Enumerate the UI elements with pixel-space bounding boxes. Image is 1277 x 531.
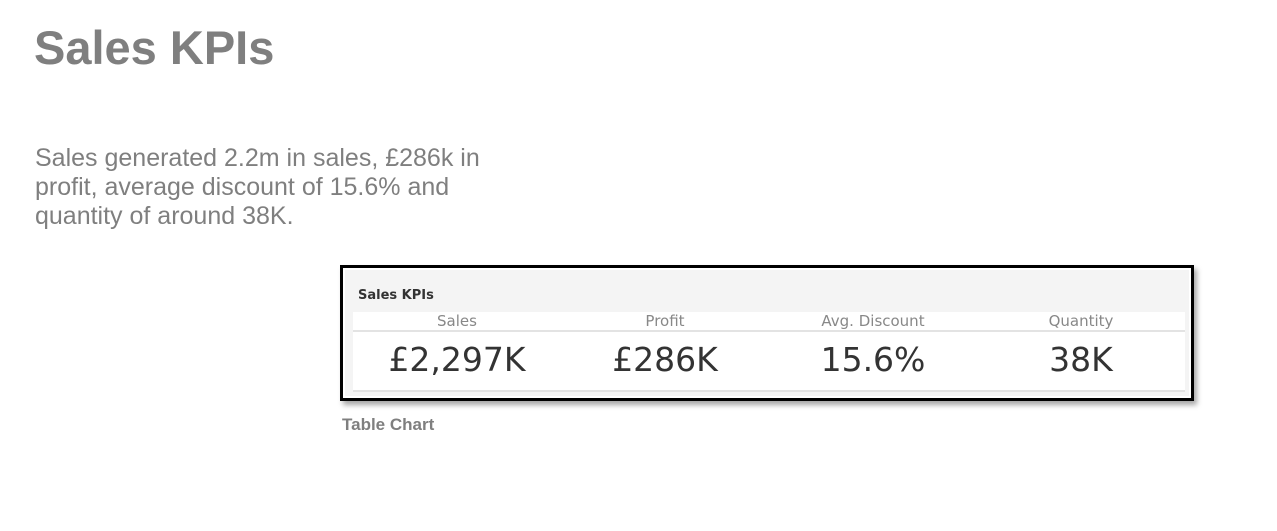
kpi-value-quantity: 38K [1049,340,1113,379]
widget-title: Sales KPIs [358,288,434,303]
kpi-figure: Sales KPIs Sales Profit Avg. Discount Qu… [340,265,1194,401]
kpi-header-quantity: Quantity [1048,312,1114,330]
kpi-header-row: Sales Profit Avg. Discount Quantity [353,312,1185,332]
kpi-header-sales: Sales [437,312,477,330]
kpi-value-avg-discount: 15.6% [820,340,926,379]
kpi-value-sales: £2,297K [388,340,526,379]
kpi-value-profit: £286K [612,340,718,379]
kpi-header-avg-discount: Avg. Discount [821,312,925,330]
kpi-value-row: £2,297K £286K 15.6% 38K [353,336,1185,384]
summary-text: Sales generated 2.2m in sales, £286k in … [35,144,480,230]
kpi-widget: Sales KPIs Sales Profit Avg. Discount Qu… [345,270,1189,396]
figure-caption: Table Chart [342,415,435,434]
kpi-table: Sales Profit Avg. Discount Quantity £2,2… [353,312,1185,392]
page-title: Sales KPIs [34,21,275,74]
kpi-header-profit: Profit [645,312,685,330]
